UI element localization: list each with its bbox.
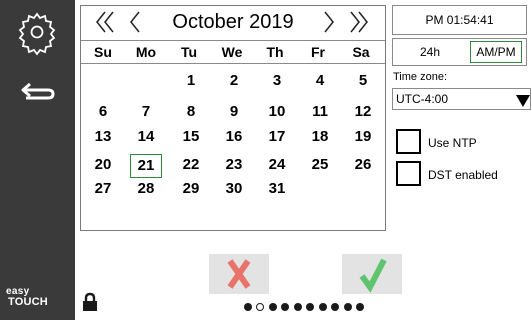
weekday-label: Fr	[311, 44, 325, 60]
day-cell[interactable]: 20	[87, 154, 119, 178]
page-dot[interactable]	[344, 303, 352, 311]
x-icon	[227, 259, 251, 289]
page-dot[interactable]	[281, 303, 289, 311]
page-dot-current[interactable]	[256, 303, 264, 311]
day-cell[interactable]: 8	[175, 101, 207, 125]
settings-button[interactable]	[12, 8, 62, 56]
format-ampm-button[interactable]: AM/PM	[470, 41, 522, 63]
weekday-label: Sa	[352, 44, 370, 60]
page-dot[interactable]	[331, 303, 339, 311]
day-cell[interactable]: 30	[218, 178, 250, 202]
weekday-label: Mo	[135, 44, 157, 60]
brand-line-2: TOUCH	[8, 296, 48, 308]
day-cell[interactable]: 10	[261, 101, 293, 125]
day-cell[interactable]: 29	[175, 178, 207, 202]
weekday-label: Su	[94, 44, 112, 60]
current-time: PM 01:54:41	[392, 5, 527, 35]
day-cell[interactable]: 17	[261, 126, 293, 150]
use-ntp-checkbox[interactable]	[396, 129, 421, 154]
day-cell[interactable]: 28	[130, 178, 162, 202]
dropdown-arrow-icon[interactable]	[516, 95, 530, 107]
lock-icon	[82, 292, 98, 312]
day-cell[interactable]: 11	[304, 101, 336, 125]
day-cell[interactable]: 6	[87, 101, 119, 125]
next-month-button[interactable]	[315, 8, 343, 36]
confirm-button[interactable]	[342, 254, 402, 294]
chevron-right-icon	[324, 11, 334, 33]
sidebar: easy TOUCH	[0, 0, 75, 320]
day-cell[interactable]: 23	[218, 154, 250, 178]
previous-year-button[interactable]	[91, 8, 119, 36]
day-cell[interactable]: 22	[175, 154, 207, 178]
day-cell[interactable]: 24	[261, 154, 293, 178]
next-year-button[interactable]	[345, 8, 373, 36]
brand-logo: easy TOUCH	[6, 286, 68, 308]
double-chevron-right-icon	[350, 11, 368, 33]
day-cell[interactable]: 14	[130, 126, 162, 150]
day-cell[interactable]: 7	[130, 101, 162, 125]
day-cell[interactable]: 5	[347, 70, 379, 94]
calendar: October 2019 Su Mo Tu We Th Fr Sa 1 2 3 …	[80, 5, 386, 231]
weekday-label: We	[221, 44, 243, 60]
day-cell[interactable]: 26	[347, 154, 379, 178]
day-cell[interactable]: 1	[175, 70, 207, 94]
page-indicator	[244, 301, 384, 313]
page-dot[interactable]	[319, 303, 327, 311]
use-ntp-label: Use NTP	[428, 136, 477, 150]
weekday-label: Th	[266, 44, 284, 60]
double-chevron-left-icon	[96, 11, 114, 33]
cancel-button[interactable]	[209, 254, 269, 294]
day-cell-selected[interactable]: 21	[130, 154, 162, 178]
day-cell[interactable]: 16	[218, 126, 250, 150]
page-dot[interactable]	[294, 303, 302, 311]
weekday-label: Tu	[180, 44, 198, 60]
calendar-nav: October 2019	[81, 6, 385, 40]
back-arrow-icon	[21, 82, 55, 100]
checkmark-icon	[359, 258, 387, 293]
timezone-label: Time zone:	[393, 71, 448, 83]
page-dot[interactable]	[306, 303, 314, 311]
day-cell[interactable]: 27	[87, 178, 119, 202]
back-button[interactable]	[12, 72, 62, 112]
page-dot[interactable]	[269, 303, 277, 311]
chevron-left-icon	[130, 11, 140, 33]
previous-month-button[interactable]	[121, 8, 149, 36]
timezone-select[interactable]: UTC-4:00	[392, 88, 531, 110]
dst-enabled-label: DST enabled	[428, 168, 498, 182]
day-cell[interactable]: 3	[261, 70, 293, 94]
day-cell[interactable]: 18	[304, 126, 336, 150]
day-cell[interactable]: 12	[347, 101, 379, 125]
day-cell[interactable]: 9	[218, 101, 250, 125]
time-format-toggle: 24h AM/PM	[392, 38, 527, 66]
day-cell[interactable]: 15	[175, 126, 207, 150]
day-cell[interactable]: 31	[261, 178, 293, 202]
weekday-header: Su Mo Tu We Th Fr Sa	[81, 40, 385, 64]
gear-icon	[18, 12, 56, 56]
day-cell[interactable]: 25	[304, 154, 336, 178]
dst-enabled-checkbox[interactable]	[396, 161, 421, 186]
day-cell[interactable]: 19	[347, 126, 379, 150]
day-cell[interactable]: 13	[87, 126, 119, 150]
day-cell[interactable]: 4	[304, 70, 336, 94]
day-cell[interactable]: 2	[218, 70, 250, 94]
format-24h-button[interactable]: 24h	[393, 39, 467, 65]
month-title: October 2019	[172, 11, 294, 33]
page-dot[interactable]	[356, 303, 364, 311]
page-dot[interactable]	[244, 303, 252, 311]
